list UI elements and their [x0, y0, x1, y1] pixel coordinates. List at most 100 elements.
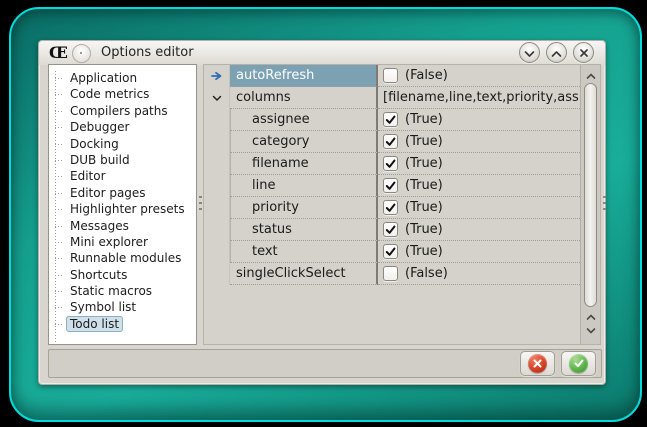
sidebar-item-label: Docking [66, 136, 123, 152]
gutter-cell [204, 197, 230, 219]
checkbox-checked[interactable] [383, 244, 398, 259]
property-name[interactable]: text [230, 241, 378, 263]
sidebar-item-editor-pages[interactable]: Editor pages [66, 185, 196, 201]
property-value[interactable]: (True) [378, 241, 580, 263]
property-row-text: text (True) [204, 241, 580, 263]
accept-button[interactable] [561, 351, 596, 376]
collapse-chevron-icon[interactable] [204, 87, 230, 109]
sidebar-item-label: DUB build [66, 152, 134, 168]
gutter-cell [204, 109, 230, 131]
sidebar-item-label: Runnable modules [66, 250, 185, 266]
property-row-columns: columns [filename,line,text,priority,assi… [204, 87, 580, 109]
gutter-cell [204, 153, 230, 175]
property-rows: autoRefresh (False) columns [filename,line,… [204, 65, 580, 344]
sidebar-item-editor[interactable]: Editor [66, 168, 196, 184]
footer-bar [48, 349, 602, 378]
sidebar-item-label: Static macros [66, 283, 156, 299]
property-name[interactable]: columns [230, 87, 378, 109]
checkbox-checked[interactable] [383, 200, 398, 215]
property-value[interactable]: (True) [378, 197, 580, 219]
sidebar-item-application[interactable]: Application [66, 70, 196, 86]
value-text: (True) [405, 178, 443, 193]
gutter-cell [204, 219, 230, 241]
sidebar-item-highlighter-presets[interactable]: Highlighter presets [66, 201, 196, 217]
titlebar[interactable]: Œ Options editor [39, 41, 605, 65]
app-logo-icon: Œ [49, 43, 67, 63]
property-row-line: line (True) [204, 175, 580, 197]
property-name[interactable]: filename [230, 153, 378, 175]
selected-row-arrow-icon [204, 65, 230, 87]
property-row-category: category(True) [204, 131, 580, 153]
cancel-button[interactable] [520, 351, 555, 376]
sidebar-item-debugger[interactable]: Debugger [66, 119, 196, 135]
property-grid: autoRefresh (False) columns [filename,line,… [203, 64, 601, 345]
sidebar-item-compilers-paths[interactable]: Compilers paths [66, 103, 196, 119]
property-name[interactable]: line [230, 175, 378, 197]
checkbox-checked[interactable] [383, 178, 398, 193]
sidebar-item-todo-list[interactable]: Todo list [66, 316, 196, 332]
property-value[interactable]: (True) [378, 175, 580, 197]
property-name[interactable]: category [230, 131, 378, 153]
gutter-cell [204, 131, 230, 153]
window-controls [519, 42, 594, 63]
sidebar-item-label: Highlighter presets [66, 201, 189, 217]
property-value[interactable]: (True) [378, 109, 580, 131]
value-text: (True) [405, 156, 443, 171]
sidebar-item-runnable-modules[interactable]: Runnable modules [66, 250, 196, 266]
vertical-scrollbar[interactable] [580, 65, 600, 344]
value-text: (True) [405, 222, 443, 237]
scrollbar-thumb[interactable] [584, 83, 597, 307]
sidebar-item-label: Symbol list [66, 299, 140, 315]
maximize-button[interactable] [546, 42, 567, 63]
sidebar-item-symbol-list[interactable]: Symbol list [66, 299, 196, 315]
property-name[interactable]: status [230, 219, 378, 241]
property-value[interactable]: (True) [378, 219, 580, 241]
sidebar-item-label: Compilers paths [66, 103, 172, 119]
checkbox-checked[interactable] [383, 222, 398, 237]
value-text: [filename,line,text,priority,assigne [383, 90, 580, 105]
property-value[interactable]: (True) [378, 131, 580, 153]
property-name[interactable]: singleClickSelect [230, 263, 378, 285]
property-value[interactable]: [filename,line,text,priority,assigne [378, 87, 580, 109]
value-text: (True) [405, 244, 443, 259]
sidebar-item-shortcuts[interactable]: Shortcuts [66, 267, 196, 283]
sidebar-item-docking[interactable]: Docking [66, 136, 196, 152]
property-value[interactable]: (False) [378, 263, 580, 285]
sidebar-item-label: Mini explorer [66, 234, 152, 250]
gutter-cell [204, 175, 230, 197]
property-value[interactable]: (False) [378, 65, 580, 87]
value-text: (True) [405, 112, 443, 127]
sidebar-item-code-metrics[interactable]: Code metrics [66, 86, 196, 102]
close-button[interactable] [573, 42, 594, 63]
right-splitter-grip[interactable] [603, 196, 606, 210]
property-name[interactable]: priority [230, 197, 378, 219]
checkbox-checked[interactable] [383, 156, 398, 171]
chevron-up-icon [551, 43, 562, 62]
property-row-status: status (True) [204, 219, 580, 241]
scroll-down-button[interactable] [584, 322, 598, 335]
window-menu-button[interactable] [72, 44, 91, 63]
sidebar-item-label: Debugger [66, 119, 133, 135]
sidebar-item-messages[interactable]: Messages [66, 218, 196, 234]
close-icon [579, 43, 589, 62]
minimize-button[interactable] [519, 42, 540, 63]
chevron-down-icon [586, 319, 596, 338]
sidebar-item-dub-build[interactable]: DUB build [66, 152, 196, 168]
gutter-cell [204, 263, 230, 285]
sidebar-item-label: Messages [66, 218, 133, 234]
checkbox-checked[interactable] [383, 112, 398, 127]
sidebar-item-static-macros[interactable]: Static macros [66, 283, 196, 299]
property-name[interactable]: autoRefresh [230, 65, 378, 87]
checkbox-checked[interactable] [383, 134, 398, 149]
checkbox-unchecked[interactable] [383, 266, 398, 281]
property-name[interactable]: assignee [230, 109, 378, 131]
value-text: (False) [405, 68, 448, 83]
sidebar-splitter-grip[interactable] [199, 196, 202, 210]
scroll-up-button[interactable] [584, 68, 598, 81]
checkbox-unchecked[interactable] [383, 68, 398, 83]
property-value[interactable]: (True) [378, 153, 580, 175]
property-row-singleClickSelect: singleClickSelect(False) [204, 263, 580, 285]
sidebar-item-mini-explorer[interactable]: Mini explorer [66, 234, 196, 250]
chevron-down-icon [524, 43, 535, 62]
accept-check-icon [569, 354, 588, 373]
